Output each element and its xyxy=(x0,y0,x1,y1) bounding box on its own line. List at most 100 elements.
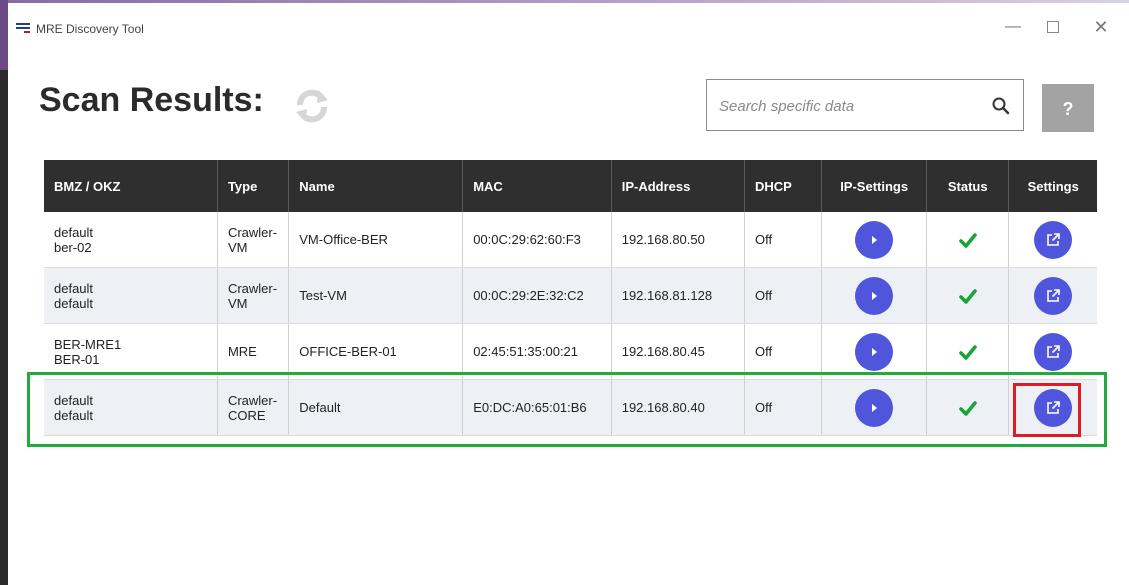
ip-settings-button[interactable] xyxy=(855,276,894,315)
status-cell xyxy=(926,267,1009,324)
mac-cell: 00:0C:29:2E:32:C2 xyxy=(462,267,612,324)
table-header-row: BMZ / OKZ Type Name MAC IP-Address DHCP … xyxy=(44,160,1097,212)
check-icon xyxy=(958,288,977,304)
external-link-icon xyxy=(1047,288,1061,302)
page-title: Scan Results: xyxy=(39,81,264,119)
results-table: BMZ / OKZ Type Name MAC IP-Address DHCP … xyxy=(44,160,1097,436)
column-header-ip-settings[interactable]: IP-Settings xyxy=(821,160,927,212)
settings-cell xyxy=(1008,267,1097,324)
play-icon xyxy=(872,403,878,412)
column-header-settings[interactable]: Settings xyxy=(1008,160,1097,212)
ip-address-cell: 192.168.80.50 xyxy=(610,212,745,268)
table-row[interactable]: BER-MRE1 BER-01 MRE OFFICE-BER-01 02:45:5… xyxy=(44,323,1097,380)
type-line-1: MRE xyxy=(227,344,257,359)
column-header-name[interactable]: Name xyxy=(288,160,463,212)
mac-cell: 00:0C:29:62:60:F3 xyxy=(462,212,612,268)
app-logo-icon xyxy=(16,23,30,34)
maximize-button[interactable] xyxy=(1038,17,1068,37)
search-input[interactable] xyxy=(717,90,971,122)
search-icon[interactable] xyxy=(991,96,1011,116)
column-header-type[interactable]: Type xyxy=(216,160,289,212)
column-header-bmz[interactable]: BMZ / OKZ xyxy=(44,160,218,212)
status-cell xyxy=(926,323,1009,380)
ip-settings-cell xyxy=(821,267,927,324)
external-link-icon xyxy=(1047,232,1061,246)
bmz-line-2: ber-02 xyxy=(54,239,92,255)
ip-settings-cell xyxy=(821,379,927,436)
bmz-line-1: default xyxy=(54,224,94,240)
desktop-edge xyxy=(0,0,8,585)
ip-settings-button[interactable] xyxy=(855,220,894,259)
settings-cell xyxy=(1008,212,1097,268)
bmz-line-2: default xyxy=(54,407,94,423)
window-title: MRE Discovery Tool xyxy=(36,22,144,36)
bmz-cell: default default xyxy=(44,267,218,324)
name-cell: OFFICE-BER-01 xyxy=(288,323,463,380)
external-link-icon xyxy=(1047,400,1061,414)
dhcp-cell: Off xyxy=(743,212,822,268)
settings-cell xyxy=(1008,323,1097,380)
type-line-1: Crawler- xyxy=(227,280,278,296)
column-header-ip-address[interactable]: IP-Address xyxy=(610,160,745,212)
bmz-cell: default ber-02 xyxy=(44,212,218,268)
check-icon xyxy=(958,400,977,416)
status-cell xyxy=(926,379,1009,436)
type-line-2: VM xyxy=(227,239,248,255)
bmz-cell: default default xyxy=(44,379,218,436)
play-icon xyxy=(872,235,878,244)
refresh-icon[interactable] xyxy=(292,87,332,125)
type-cell: Crawler- CORE xyxy=(216,379,289,436)
type-line-2: CORE xyxy=(227,407,266,423)
column-header-status[interactable]: Status xyxy=(926,160,1009,212)
name-cell: Default xyxy=(288,379,463,436)
type-cell: MRE xyxy=(216,323,289,380)
ip-address-cell: 192.168.80.40 xyxy=(610,379,745,436)
name-cell: Test-VM xyxy=(288,267,463,324)
type-cell: Crawler- VM xyxy=(216,267,289,324)
dhcp-cell: Off xyxy=(743,323,822,380)
name-cell: VM-Office-BER xyxy=(288,212,463,268)
type-line-2: VM xyxy=(227,295,248,311)
help-button[interactable]: ? xyxy=(1042,84,1094,132)
dhcp-cell: Off xyxy=(743,267,822,324)
settings-cell xyxy=(1008,379,1097,436)
ip-address-cell: 192.168.81.128 xyxy=(610,267,745,324)
maximize-icon xyxy=(1047,20,1059,33)
minimize-button[interactable]: — xyxy=(998,17,1028,37)
title-bar: MRE Discovery Tool — ✕ xyxy=(8,3,1129,41)
ip-settings-button[interactable] xyxy=(855,388,894,427)
ip-address-cell: 192.168.80.45 xyxy=(610,323,745,380)
play-icon xyxy=(872,347,878,356)
ip-settings-button[interactable] xyxy=(855,332,894,371)
settings-button[interactable] xyxy=(1034,220,1073,259)
settings-button[interactable] xyxy=(1034,332,1073,371)
app-window: MRE Discovery Tool — ✕ Scan Results: ? B… xyxy=(8,3,1129,585)
table-row[interactable]: default default Crawler- CORE Default E0:D… xyxy=(44,379,1097,436)
ip-settings-cell xyxy=(821,212,927,268)
bmz-cell: BER-MRE1 BER-01 xyxy=(44,323,218,380)
type-cell: Crawler- VM xyxy=(216,212,289,268)
bmz-line-2: default xyxy=(54,295,94,311)
bmz-line-2: BER-01 xyxy=(54,351,100,367)
check-icon xyxy=(958,344,977,360)
status-cell xyxy=(926,212,1009,268)
table-row[interactable]: default default Crawler- VM Test-VM 00:0C:… xyxy=(44,267,1097,324)
table-row[interactable]: default ber-02 Crawler- VM VM-Office-BER 0… xyxy=(44,212,1097,268)
type-line-1: Crawler- xyxy=(227,224,278,240)
external-link-icon xyxy=(1047,344,1061,358)
bmz-line-1: default xyxy=(54,280,94,296)
play-icon xyxy=(872,291,878,300)
settings-button[interactable] xyxy=(1034,388,1073,427)
column-header-dhcp[interactable]: DHCP xyxy=(743,160,822,212)
dhcp-cell: Off xyxy=(743,379,822,436)
check-icon xyxy=(958,232,977,248)
type-line-1: Crawler- xyxy=(227,392,278,408)
mac-cell: 02:45:51:35:00:21 xyxy=(462,323,612,380)
settings-button[interactable] xyxy=(1034,276,1073,315)
ip-settings-cell xyxy=(821,323,927,380)
column-header-mac[interactable]: MAC xyxy=(462,160,612,212)
mac-cell: E0:DC:A0:65:01:B6 xyxy=(462,379,612,436)
search-box xyxy=(706,79,1024,131)
bmz-line-1: default xyxy=(54,392,94,408)
close-button[interactable]: ✕ xyxy=(1086,17,1116,37)
